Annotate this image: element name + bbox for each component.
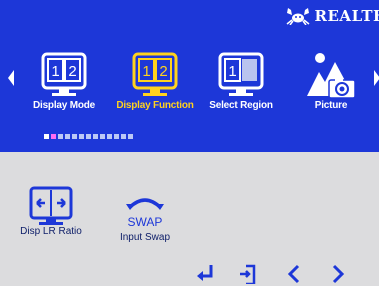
page-indicator-dot xyxy=(100,134,105,139)
menu-scroll-left-icon[interactable] xyxy=(8,70,14,86)
page-indicator xyxy=(44,134,133,139)
menu-item-label: Picture xyxy=(314,100,348,111)
realtek-crab-logo-icon xyxy=(286,8,309,25)
left-arrow-icon[interactable] xyxy=(286,262,302,284)
page-indicator-dot xyxy=(114,134,119,139)
menu-item-picture[interactable]: Picture xyxy=(296,50,366,111)
page-indicator-dot xyxy=(128,134,133,139)
dual-monitor-icon: 1 2 xyxy=(41,52,87,96)
page-indicator-dot xyxy=(51,134,56,139)
monitor-number-1: 1 xyxy=(51,63,59,80)
page-indicator-dot xyxy=(121,134,126,139)
menu-scroll-right-icon[interactable] xyxy=(374,70,379,86)
page-indicator-dot xyxy=(93,134,98,139)
lr-ratio-icon xyxy=(29,186,73,225)
page-indicator-dot xyxy=(107,134,112,139)
picture-camera-icon xyxy=(307,53,356,99)
swap-icon-text: SWAP xyxy=(128,215,163,229)
menu-item-label: Display Mode xyxy=(32,100,96,111)
brand-name: REALTE xyxy=(314,7,379,25)
select-region-monitor-icon: 1 xyxy=(218,52,264,96)
page-indicator-dot xyxy=(72,134,77,139)
submenu-item-input-swap[interactable]: SWAP Input Swap xyxy=(112,194,178,243)
dual-monitor-icon: 1 2 xyxy=(132,52,178,96)
brand: REALTE xyxy=(285,4,379,28)
submenu-item-label: Disp LR Ratio xyxy=(20,226,82,237)
menu-item-select-region[interactable]: 1 Select Region xyxy=(206,52,276,111)
page-indicator-dot xyxy=(65,134,70,139)
monitor-number-2: 2 xyxy=(159,63,167,80)
page-indicator-dot xyxy=(86,134,91,139)
page-indicator-dot xyxy=(58,134,63,139)
swap-icon: SWAP xyxy=(126,198,164,229)
monitor-number-2: 2 xyxy=(68,63,76,80)
submenu-item-disp-lr-ratio[interactable]: Disp LR Ratio xyxy=(16,186,86,237)
submenu-item-label: Input Swap xyxy=(119,232,171,243)
monitor-number-1: 1 xyxy=(142,63,150,80)
right-arrow-icon[interactable] xyxy=(330,262,346,284)
menu-item-label: Display Function xyxy=(116,100,194,111)
enter-icon[interactable] xyxy=(196,262,216,284)
menu-item-label: Select Region xyxy=(209,100,273,111)
page-indicator-dot xyxy=(44,134,49,139)
page-indicator-dot xyxy=(79,134,84,139)
menu-item-display-mode[interactable]: 1 2 Display Mode xyxy=(30,52,98,111)
monitor-number-1: 1 xyxy=(228,63,236,80)
exit-icon[interactable] xyxy=(238,262,258,284)
menu-item-display-function[interactable]: 1 2 Display Function xyxy=(110,52,200,111)
